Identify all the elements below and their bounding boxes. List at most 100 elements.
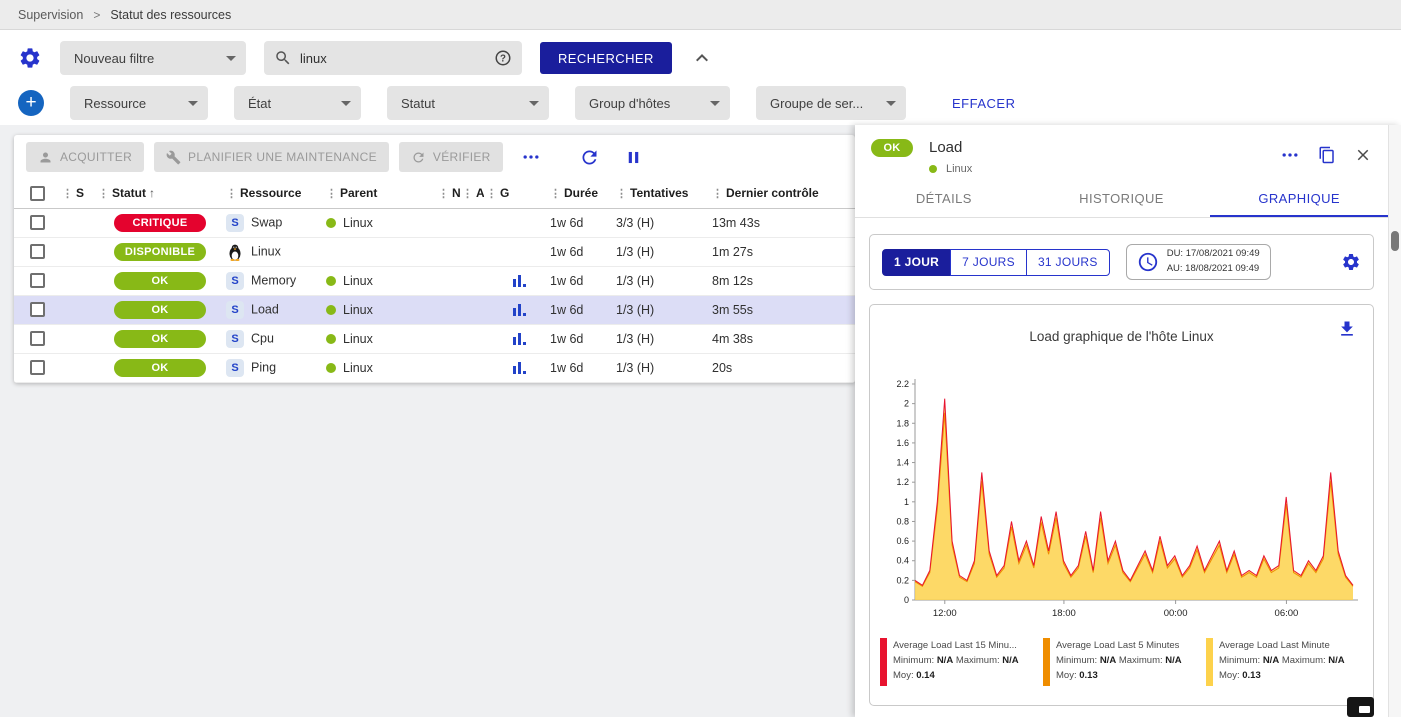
acknowledge-button[interactable]: ACQUITTER <box>26 142 144 172</box>
svg-text:2: 2 <box>903 399 908 409</box>
col-header-tries[interactable]: ⋮Tentatives <box>614 179 710 208</box>
legend-series-name: Average Load Last Minute <box>1219 640 1330 651</box>
select-all-checkbox[interactable] <box>30 186 45 201</box>
chart-icon[interactable] <box>512 361 527 375</box>
panel-scrollbar[interactable] <box>1388 125 1401 717</box>
row-checkbox[interactable] <box>30 302 45 317</box>
criteria-servicegroup-select[interactable]: Groupe de ser... <box>756 86 906 120</box>
filter-settings-gear-icon[interactable] <box>18 46 42 70</box>
parent-name[interactable]: Linux <box>343 303 373 317</box>
severity-cell <box>60 266 96 295</box>
status-badge: OK <box>114 272 206 290</box>
table-row[interactable]: OK SCpu Linux 1w 6d 1/3 (H) 4m 38s <box>14 324 855 353</box>
col-header-last-check[interactable]: ⋮Dernier contrôle <box>710 179 855 208</box>
row-checkbox[interactable] <box>30 360 45 375</box>
resource-name[interactable]: Ping <box>251 360 276 374</box>
legend-color-bar <box>880 638 887 686</box>
group-cell <box>484 295 510 324</box>
refresh-icon[interactable] <box>579 147 600 168</box>
row-checkbox[interactable] <box>30 331 45 346</box>
table-row[interactable]: OK SLoad Linux 1w 6d 1/3 (H) 3m 55s <box>14 295 855 324</box>
col-header-parent[interactable]: ⋮Parent <box>324 179 436 208</box>
load-graph[interactable]: 00.20.40.60.811.21.41.61.822.212:0018:00… <box>881 374 1363 624</box>
download-graph-icon[interactable] <box>1337 319 1357 339</box>
col-header-severity[interactable]: ⋮S <box>60 179 96 208</box>
notification-cell <box>436 208 460 237</box>
group-cell <box>484 208 510 237</box>
saved-filter-value: Nouveau filtre <box>74 51 154 66</box>
criteria-state-select[interactable]: État <box>234 86 361 120</box>
legend-item[interactable]: Average Load Last 15 Minu... Minimum: N/… <box>880 638 1037 686</box>
col-header-n[interactable]: ⋮N <box>436 179 460 208</box>
detail-parent-name: Linux <box>946 163 972 175</box>
svg-text:0: 0 <box>903 595 908 605</box>
criteria-resource-select[interactable]: Ressource <box>70 86 208 120</box>
chart-icon[interactable] <box>512 303 527 317</box>
table-row[interactable]: CRITIQUE SSwap Linux 1w 6d 3/3 (H) 13m 4… <box>14 208 855 237</box>
set-downtime-button[interactable]: PLANIFIER UNE MAINTENANCE <box>154 142 389 172</box>
search-input[interactable] <box>300 51 486 66</box>
breadcrumb-item-supervision[interactable]: Supervision <box>18 8 83 22</box>
table-row[interactable]: OK SPing Linux 1w 6d 1/3 (H) 20s <box>14 353 855 382</box>
range-31days-button[interactable]: 31 JOURS <box>1026 249 1110 276</box>
criteria-label: État <box>248 96 271 111</box>
resource-name[interactable]: Linux <box>251 244 281 258</box>
time-range-group: 1 JOUR 7 JOURS 31 JOURS <box>882 249 1110 276</box>
range-1day-button[interactable]: 1 JOUR <box>882 249 951 276</box>
help-icon[interactable] <box>494 49 512 67</box>
graph-settings-gear-icon[interactable] <box>1341 252 1361 272</box>
tab-history[interactable]: HISTORIQUE <box>1033 181 1211 217</box>
duration-cell: 1w 6d <box>548 237 614 266</box>
resource-name[interactable]: Memory <box>251 273 296 287</box>
resource-name[interactable]: Swap <box>251 215 282 229</box>
col-header-status[interactable]: ⋮Statut↑ <box>96 179 224 208</box>
picture-in-picture-icon[interactable] <box>1347 697 1374 717</box>
table-toolbar: ACQUITTER PLANIFIER UNE MAINTENANCE VÉRI… <box>14 135 855 179</box>
date-to: AU: 18/08/2021 09:49 <box>1167 262 1260 277</box>
resource-name[interactable]: Cpu <box>251 331 274 345</box>
date-range-picker[interactable]: DU: 17/08/2021 09:49 AU: 18/08/2021 09:4… <box>1126 244 1271 280</box>
row-checkbox[interactable] <box>30 273 45 288</box>
copy-link-icon[interactable] <box>1318 146 1336 164</box>
col-header-a[interactable]: ⋮A <box>460 179 484 208</box>
clear-filters-button[interactable]: EFFACER <box>952 96 1015 111</box>
chart-icon[interactable] <box>512 332 527 346</box>
tab-details[interactable]: DÉTAILS <box>855 181 1033 217</box>
col-header-resource[interactable]: ⋮Ressource <box>224 179 324 208</box>
parent-name[interactable]: Linux <box>343 332 373 346</box>
col-header-g[interactable]: ⋮G <box>484 179 510 208</box>
parent-name[interactable]: Linux <box>343 274 373 288</box>
resource-cell: SCpu <box>224 324 324 353</box>
scrollbar-thumb[interactable] <box>1391 231 1399 251</box>
range-7days-button[interactable]: 7 JOURS <box>950 249 1027 276</box>
row-checkbox[interactable] <box>30 244 45 259</box>
filter-section: Nouveau filtre RECHERCHER + Ressource Ét… <box>0 30 1401 125</box>
pause-autorefresh-icon[interactable] <box>624 148 643 167</box>
parent-name[interactable]: Linux <box>343 361 373 375</box>
legend-item[interactable]: Average Load Last 5 Minutes Minimum: N/A… <box>1043 638 1200 686</box>
search-box[interactable] <box>264 41 522 75</box>
add-criteria-button[interactable]: + <box>18 90 44 116</box>
legend-color-bar <box>1043 638 1050 686</box>
criteria-status-select[interactable]: Statut <box>387 86 549 120</box>
more-actions-icon[interactable] <box>521 147 541 167</box>
criteria-hostgroup-select[interactable]: Group d'hôtes <box>575 86 730 120</box>
resource-name[interactable]: Load <box>251 302 279 316</box>
table-row[interactable]: DISPONIBLE Linux 1w 6d 1/3 (H) 1m 27s <box>14 237 855 266</box>
col-header-duration[interactable]: ⋮Durée <box>548 179 614 208</box>
criteria-label: Ressource <box>84 96 146 111</box>
tab-graph[interactable]: GRAPHIQUE <box>1210 181 1388 217</box>
parent-name[interactable]: Linux <box>343 216 373 230</box>
check-button[interactable]: VÉRIFIER <box>399 142 503 172</box>
close-panel-icon[interactable] <box>1354 146 1372 164</box>
search-button[interactable]: RECHERCHER <box>540 42 672 74</box>
legend-item[interactable]: Average Load Last Minute Minimum: N/A Ma… <box>1206 638 1363 686</box>
row-checkbox[interactable] <box>30 215 45 230</box>
resource-cell: SLoad <box>224 295 324 324</box>
last-check-cell: 13m 43s <box>710 208 855 237</box>
collapse-filters-chevron-up-icon[interactable] <box>690 46 714 70</box>
saved-filter-select[interactable]: Nouveau filtre <box>60 41 246 75</box>
detail-more-actions-icon[interactable] <box>1280 145 1300 165</box>
table-row[interactable]: OK SMemory Linux 1w 6d 1/3 (H) 8m 12s <box>14 266 855 295</box>
chart-icon[interactable] <box>512 274 527 288</box>
